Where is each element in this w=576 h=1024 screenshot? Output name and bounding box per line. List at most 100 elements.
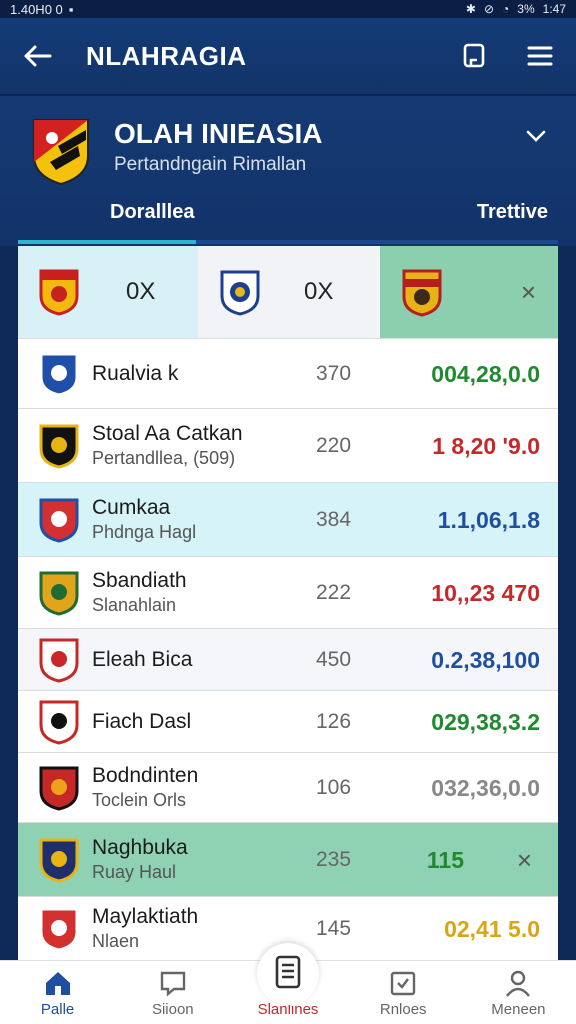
team-crest-icon	[39, 907, 79, 952]
team-points: 384	[316, 508, 352, 531]
away-score: 0X	[304, 278, 334, 305]
away-crest-icon	[220, 270, 260, 316]
home-icon	[45, 972, 70, 995]
tab-left[interactable]: Doralllea	[110, 201, 194, 224]
team-name: Cumkaa	[92, 496, 171, 519]
team-crest-icon	[39, 571, 79, 616]
team-subtitle: Toclein Orls	[92, 790, 187, 810]
table-row[interactable]: Rualvia k 370 004,28,0.0	[18, 339, 558, 409]
table-row[interactable]: Cumkaa Phdnga Hagl 384 1.1,06,1.8	[18, 483, 558, 557]
table-row[interactable]: Bodndinten Toclein Orls 106 032,36,0.0	[18, 753, 558, 823]
team-crest-icon	[39, 352, 79, 397]
team-name: Eleah Bica	[92, 648, 193, 671]
featured-match[interactable]: 0X 0X ×	[18, 246, 558, 339]
nav-profile-label: Meneen	[491, 1001, 546, 1018]
team-crest-icon	[39, 638, 79, 683]
nav-scores[interactable]: Siioon	[115, 961, 230, 1024]
league-crest-icon	[33, 119, 89, 186]
bluetooth-icon: ✱	[465, 2, 476, 16]
close-icon[interactable]: ×	[521, 277, 536, 308]
tab-divider	[196, 240, 558, 244]
rows-container: Rualvia k 370 004,28,0.0 Stoal Aa Catkan Per…	[18, 339, 558, 960]
table-row[interactable]: Fiach Dasl 126 029,38,3.2	[18, 691, 558, 753]
team-subtitle: Ruay Haul	[92, 862, 177, 882]
team-value: 004,28,0.0	[431, 361, 540, 387]
team-crest-icon	[39, 498, 79, 543]
away-team-cell[interactable]: 0X	[198, 246, 380, 338]
team-subtitle: Pertandllea, (509)	[92, 448, 236, 468]
nav-profile[interactable]: Meneen	[461, 961, 576, 1024]
team-name: Sbandiath	[92, 569, 187, 592]
team-value: 1 8,20 '9.0	[432, 433, 540, 459]
team-crest-icon	[39, 766, 79, 811]
team-value: 1.1,06,1.8	[437, 507, 540, 533]
back-arrow-icon[interactable]	[20, 38, 56, 74]
team-crest-icon	[39, 424, 79, 469]
team-points: 370	[316, 362, 352, 385]
table-row[interactable]: Eleah Bica 450 0.2,38,100	[18, 629, 558, 691]
mute-icon: ⊘	[483, 2, 495, 16]
team-value: 02,41 5.0	[444, 916, 540, 942]
nav-results-label: Rnloes	[379, 1001, 427, 1018]
team-subtitle: Slanahlain	[92, 595, 177, 615]
close-icon[interactable]: ×	[517, 845, 532, 876]
notification-icon: ▪	[68, 1, 74, 17]
nav-home[interactable]: Palle	[0, 961, 115, 1024]
nav-home-label: Palle	[40, 1001, 75, 1018]
team-crest-icon	[39, 700, 79, 745]
team-value: 0.2,38,100	[431, 647, 540, 673]
app-title: NLAHRAGIA	[86, 40, 247, 71]
standings-list: 0X 0X × Rualvia k 370 004,28,0.0 Stoal Aa C…	[18, 246, 558, 960]
third-crest-icon	[402, 269, 442, 317]
table-row[interactable]: Sbandiath Slanahlain 222 10,,23 470	[18, 557, 558, 629]
league-title: OLAH INIEASIA	[114, 118, 323, 149]
team-subtitle: Phdnga Hagl	[92, 522, 197, 542]
user-icon	[506, 970, 531, 997]
team-name: Maylaktiath	[92, 905, 199, 928]
team-points: 126	[316, 710, 352, 733]
menu-icon[interactable]	[524, 40, 556, 72]
nav-scores-label: Siioon	[151, 1001, 194, 1018]
bottom-nav: Palle Siioon Slanlines Rnloes Meneen	[0, 943, 576, 1024]
tab-right[interactable]: Trettive	[477, 201, 548, 224]
nav-results[interactable]: Rnloes	[346, 961, 461, 1024]
table-row[interactable]: Stoal Aa Catkan Pertandllea, (509) 220 1 8,…	[18, 409, 558, 483]
team-name: Fiach Dasl	[92, 710, 192, 733]
home-team-cell[interactable]: 0X	[18, 246, 198, 338]
battery-text: 3%	[517, 2, 535, 16]
app-bar: NLAHRAGIA	[0, 18, 576, 96]
team-name: Bodndinten	[92, 764, 199, 787]
team-points: 222	[316, 581, 352, 604]
wifi-icon: ◔	[502, 2, 510, 16]
third-team-cell[interactable]: ×	[380, 246, 558, 338]
team-value: 10,,23 470	[431, 580, 540, 606]
bookmark-icon[interactable]	[458, 40, 490, 72]
table-row[interactable]: Naghbuka Ruay Haul 235 115 ×	[18, 823, 558, 897]
team-subtitle: Nlaen	[92, 931, 140, 951]
team-name: Rualvia k	[92, 362, 179, 385]
home-score: 0X	[126, 278, 156, 305]
team-name: Stoal Aa Catkan	[92, 422, 243, 445]
standings-icon	[257, 943, 319, 1005]
status-bar: 1.40H0 0 ▪ ✱ ⊘ ◔ 3% 1:47	[0, 0, 576, 18]
league-subtitle: Pertandngain Rimallan	[114, 154, 307, 175]
clock: 1:47	[542, 2, 566, 16]
team-points: 145	[316, 917, 352, 940]
calendar-icon	[391, 971, 416, 996]
team-value: 115	[426, 847, 464, 873]
team-crest-icon	[39, 838, 79, 883]
league-header: OLAH INIEASIA Pertandngain Rimallan Dora…	[0, 96, 576, 246]
team-name: Naghbuka	[92, 836, 188, 859]
team-value: 032,36,0.0	[431, 775, 540, 801]
chevron-down-icon[interactable]	[524, 124, 548, 148]
status-left-text: 1.40H0 0	[10, 1, 63, 17]
team-points: 235	[316, 848, 352, 871]
chat-icon	[160, 971, 185, 997]
team-points: 220	[316, 434, 352, 457]
home-crest-icon	[39, 269, 79, 316]
team-points: 450	[316, 648, 352, 671]
team-points: 106	[316, 776, 352, 799]
active-tab-indicator	[18, 240, 196, 244]
nav-standings[interactable]: Slanlines	[230, 943, 345, 1024]
team-value: 029,38,3.2	[431, 709, 540, 735]
